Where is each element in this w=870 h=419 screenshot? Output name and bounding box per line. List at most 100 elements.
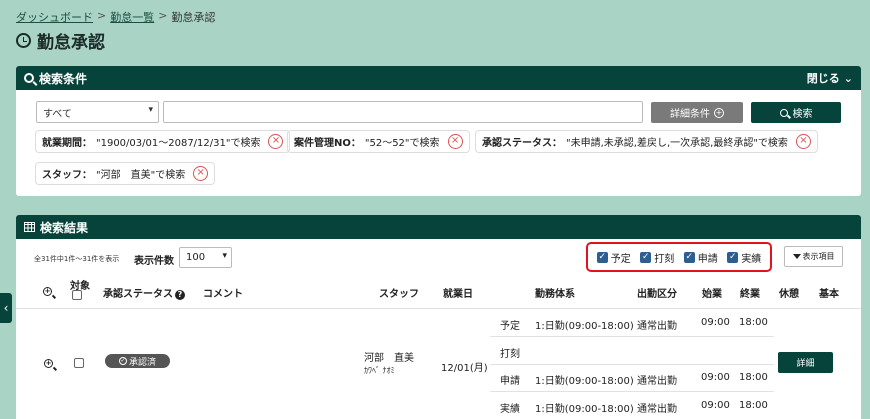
col-system: 勤務体系: [535, 289, 575, 300]
breadcrumb-list-link[interactable]: 勤怠一覧: [110, 9, 154, 25]
line-divider: [490, 336, 774, 337]
check-icon: ✓: [683, 251, 695, 263]
help-icon[interactable]: ?: [175, 290, 185, 300]
chevron-left-icon: ‹: [3, 301, 9, 315]
results-panel-title: 検索結果: [40, 220, 89, 235]
zoom-in-icon[interactable]: +: [44, 359, 53, 368]
staff-name: 河部 直美: [364, 353, 414, 364]
filter-chip: 就業期間： "1900/03/01～2087/12/31"で検索 ×: [35, 130, 291, 153]
perpage-value: 100: [186, 252, 206, 263]
line-category: 通常出勤: [637, 376, 677, 387]
breadcrumb: ダッシュボード > 勤怠一覧 > 勤怠承認: [16, 9, 215, 25]
line-type: 予定: [500, 321, 520, 332]
work-date: 12/01(月): [441, 363, 488, 374]
header-divider: [16, 308, 861, 309]
perpage-select[interactable]: 100 ▾: [179, 247, 232, 268]
col-start: 始業: [702, 289, 722, 300]
col-end: 終業: [740, 289, 760, 300]
remove-chip-icon[interactable]: ×: [193, 166, 209, 181]
filter-chip: 案件管理NO： "52～52"で検索 ×: [287, 130, 470, 153]
filter-label: 実績: [741, 253, 762, 265]
results-panel: 検索結果 全31件中1件～31件を表示 表示件数 100 ▾ ✓ 予定 ✓ 打刻 ✓ 申…: [16, 215, 861, 419]
search-icon: [779, 108, 788, 117]
line-system: 1:日勤(09:00-18:00): [535, 321, 634, 332]
search-type-value: すべて: [43, 109, 72, 120]
search-button-label: 検索: [792, 109, 813, 120]
chip-label: 案件管理NO：: [294, 138, 361, 149]
detail-conditions-button[interactable]: 詳細条件 +: [651, 102, 743, 123]
chip-label: 承認ステータス：: [482, 138, 562, 149]
chevron-down-icon: ⌄: [843, 71, 853, 85]
breadcrumb-current: 勤怠承認: [171, 11, 216, 24]
col-rest: 休憩: [779, 289, 799, 300]
zoom-in-icon[interactable]: +: [43, 287, 52, 296]
page-title: 勤怠承認: [16, 28, 105, 53]
line-start: 09:00: [701, 400, 730, 411]
search-type-select[interactable]: すべて ▾: [36, 101, 159, 123]
select-all-checkbox[interactable]: [72, 290, 82, 300]
result-count: 全31件中1件～31件を表示: [34, 255, 120, 263]
search-input[interactable]: [163, 101, 643, 123]
page-title-text: 勤怠承認: [37, 33, 105, 53]
table-icon: [24, 222, 35, 232]
row-checkbox[interactable]: [74, 358, 84, 368]
line-category: 通常出勤: [637, 321, 677, 332]
chevron-down-icon: ▾: [222, 251, 227, 261]
filter-icon: [792, 254, 801, 259]
search-panel: 検索条件 閉じる ⌄ すべて ▾ 詳細条件 + 検索 就業期間： "1900/03/01…: [16, 66, 861, 196]
filter-label: 予定: [610, 253, 631, 265]
check-circle-icon: ✓: [118, 357, 127, 365]
filter-checkbox-plan[interactable]: ✓ 予定: [596, 250, 631, 265]
col-date: 就業日: [443, 289, 473, 300]
search-icon: [24, 73, 34, 83]
remove-chip-icon[interactable]: ×: [447, 134, 463, 149]
line-end: 18:00: [739, 372, 768, 383]
chip-label: 就業期間：: [42, 138, 92, 149]
line-start: 09:00: [701, 317, 730, 328]
col-status: 承認ステータス?: [103, 285, 185, 300]
search-button[interactable]: 検索: [751, 102, 841, 123]
line-type: 実績: [500, 404, 520, 415]
filter-label: 打刻: [654, 253, 675, 265]
status-badge: ✓ 承認済: [105, 354, 170, 368]
clock-icon: [16, 33, 31, 48]
breadcrumb-separator: >: [97, 9, 107, 22]
filter-chip: 承認ステータス： "未申請,未承認,差戻し,一次承認,最終承認"で検索 ×: [475, 130, 818, 153]
col-comment: コメント: [203, 289, 243, 300]
col-staff: スタッフ: [379, 289, 419, 300]
line-divider: [490, 364, 774, 365]
line-end: 18:00: [739, 317, 768, 328]
close-panel-button[interactable]: 閉じる ⌄: [807, 70, 853, 86]
filter-chip: スタッフ： "河部 直美"で検索 ×: [35, 162, 216, 185]
sidebar-toggle[interactable]: ‹: [0, 293, 12, 323]
display-filter-group: ✓ 予定 ✓ 打刻 ✓ 申請 ✓ 実績: [586, 242, 772, 272]
remove-chip-icon[interactable]: ×: [268, 134, 284, 149]
filter-checkbox-actual[interactable]: ✓ 実績: [727, 250, 761, 265]
results-panel-header: 検索結果: [16, 215, 861, 239]
line-type: 打刻: [500, 349, 520, 360]
line-divider: [490, 391, 774, 392]
line-type: 申請: [500, 376, 520, 387]
detail-conditions-label: 詳細条件: [670, 109, 710, 120]
status-badge-label: 承認済: [128, 357, 156, 368]
line-system: 1:日勤(09:00-18:00): [535, 404, 634, 415]
chip-value: "1900/03/01～2087/12/31"で検索: [96, 138, 261, 149]
line-category: 通常出勤: [637, 404, 677, 415]
chevron-down-icon: ▾: [148, 105, 153, 115]
search-panel-title: 検索条件: [39, 71, 88, 86]
chip-label: スタッフ：: [42, 170, 92, 181]
display-columns-button[interactable]: 表示項目: [784, 246, 843, 267]
line-system: 1:日勤(09:00-18:00): [535, 376, 634, 387]
filter-checkbox-stamp[interactable]: ✓ 打刻: [640, 250, 674, 265]
staff-kana: ｶﾜﾍﾞ ﾅｵﾐ: [364, 366, 395, 375]
breadcrumb-separator: >: [158, 9, 168, 22]
row-detail-button[interactable]: 詳細: [778, 352, 833, 373]
chip-value: "未申請,未承認,差戻し,一次承認,最終承認"で検索: [566, 138, 788, 149]
filter-label: 申請: [697, 253, 718, 265]
plus-circle-icon: +: [714, 107, 724, 118]
filter-checkbox-request[interactable]: ✓ 申請: [683, 250, 718, 265]
remove-chip-icon[interactable]: ×: [795, 134, 811, 149]
breadcrumb-dashboard-link[interactable]: ダッシュボード: [16, 9, 93, 25]
display-columns-label: 表示項目: [802, 252, 835, 261]
search-panel-header: 検索条件 閉じる ⌄: [16, 66, 861, 90]
